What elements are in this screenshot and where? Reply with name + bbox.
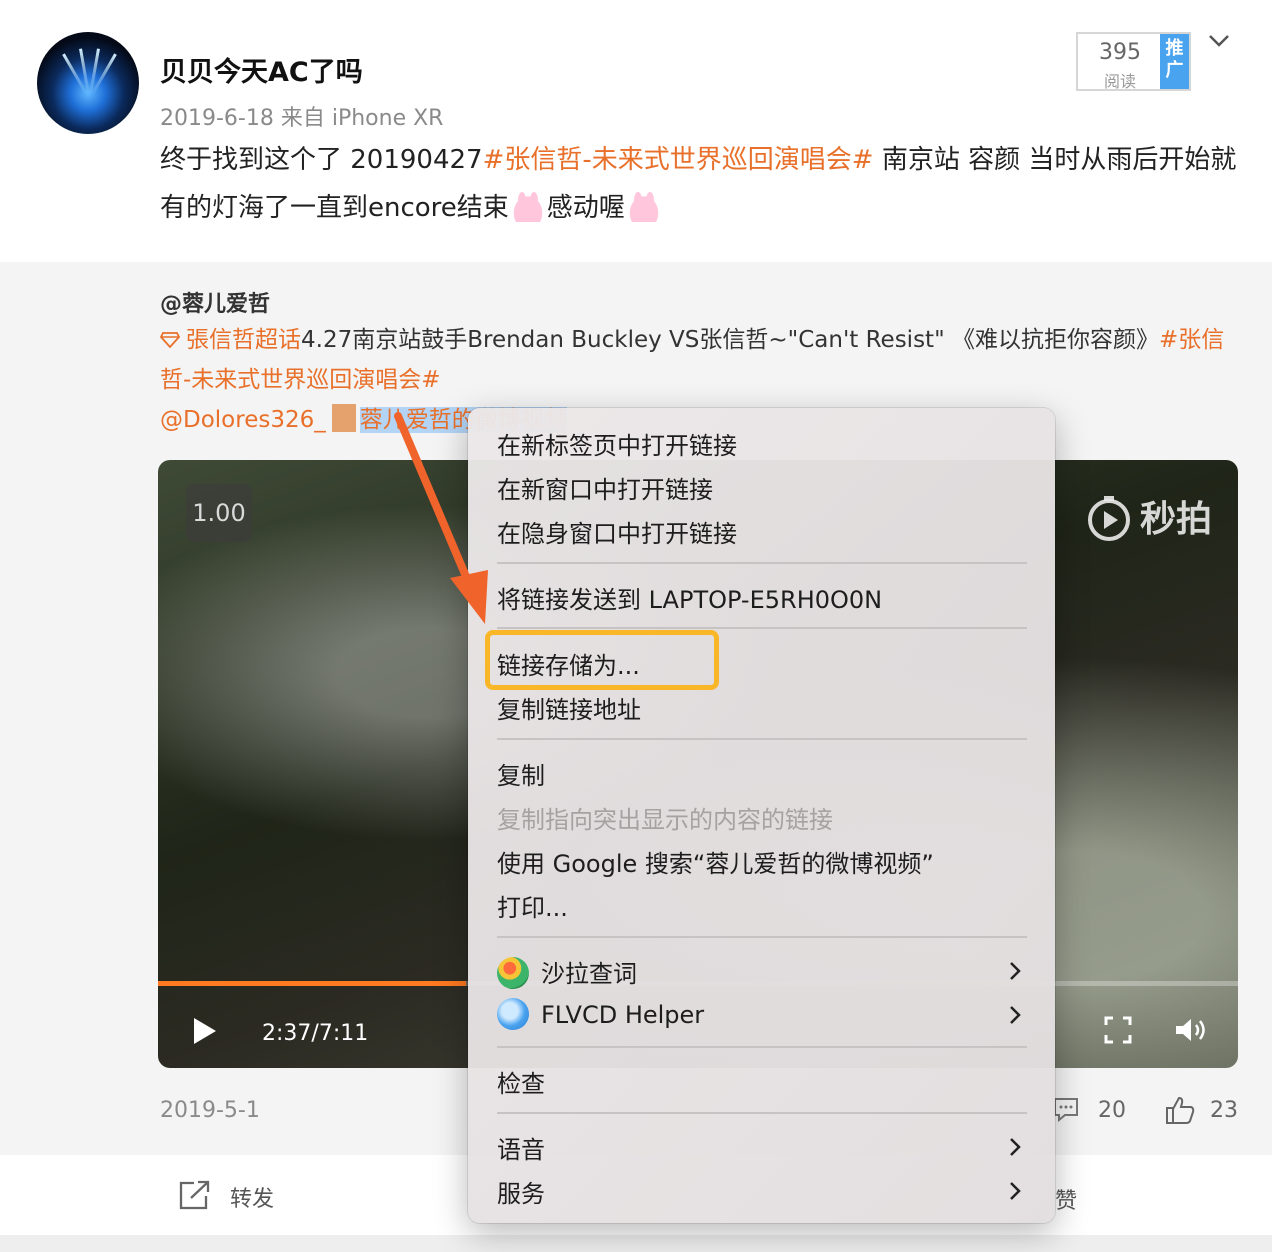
menu-separator	[497, 1046, 1027, 1048]
menu-speech[interactable]: 语音	[497, 1130, 545, 1165]
watermark: 秒拍	[1086, 490, 1212, 542]
video-link-icon	[331, 404, 356, 432]
menu-google-search[interactable]: 使用 Google 搜索“蓉儿爱哲的微博视频”	[497, 844, 934, 879]
supertopic-icon	[160, 332, 180, 348]
menu-services[interactable]: 服务	[497, 1174, 545, 1209]
menu-inspect[interactable]: 检查	[497, 1064, 545, 1099]
menu-copy-link-address[interactable]: 复制链接地址	[497, 690, 641, 725]
menu-send-to-device[interactable]: 将链接发送到 LAPTOP-E5RH0O0N	[497, 580, 882, 615]
read-count: 395	[1099, 40, 1141, 65]
avatar[interactable]	[37, 32, 139, 134]
progress-fill	[158, 981, 466, 986]
repost-username[interactable]: @蓉儿爱哲	[160, 286, 270, 318]
menu-separator	[497, 738, 1027, 740]
fullscreen-icon[interactable]	[1104, 1016, 1132, 1044]
hashtag-link[interactable]: #张信哲-未来式世界巡回演唱会#	[483, 145, 874, 175]
context-menu: 在新标签页中打开链接 在新窗口中打开链接 在隐身窗口中打开链接 将链接发送到 L…	[468, 408, 1055, 1223]
menu-flvcd-label: FLVCD Helper	[541, 1001, 705, 1029]
menu-separator	[497, 936, 1027, 938]
video-time: 2:37/7:11	[262, 1021, 369, 1046]
like-count[interactable]: 23	[1210, 1098, 1238, 1123]
chevron-right-icon	[1010, 1182, 1021, 1200]
miaopai-logo-icon	[1087, 496, 1130, 541]
chevron-right-icon	[1010, 1006, 1021, 1024]
watermark-text: 秒拍	[1139, 499, 1212, 540]
like-button[interactable]: 赞	[1055, 1183, 1077, 1215]
comment-icon[interactable]	[1053, 1096, 1079, 1122]
bottom-divider	[0, 1235, 1272, 1252]
post-text: 终于找到这个了 20190427#张信哲-未来式世界巡回演唱会# 南京站 容颜 …	[160, 136, 1245, 232]
play-icon[interactable]	[192, 1016, 218, 1046]
menu-print[interactable]: 打印...	[497, 888, 568, 923]
annotation-arrow-icon	[394, 412, 488, 624]
salad-icon	[497, 957, 529, 989]
menu-separator	[497, 562, 1027, 564]
forward-button[interactable]: 转发	[230, 1181, 274, 1213]
repost-date: 2019-5-1	[160, 1098, 260, 1123]
flvcd-icon	[497, 998, 529, 1030]
post-meta: 2019-6-18 来自 iPhone XR	[160, 106, 444, 131]
playback-speed-button[interactable]: 1.00	[186, 484, 252, 542]
menu-copy-highlight-link: 复制指向突出显示的内容的链接	[497, 806, 833, 834]
menu-separator	[497, 1112, 1027, 1114]
menu-salad-dict-label: 沙拉查词	[541, 960, 637, 988]
chevron-down-icon[interactable]	[1208, 30, 1230, 52]
chevron-right-icon	[1010, 1138, 1021, 1156]
menu-copy[interactable]: 复制	[497, 756, 545, 791]
promo-button[interactable]: 推广	[1160, 34, 1189, 89]
mention-link[interactable]: @Dolores326_	[160, 407, 326, 433]
thumbs-up-icon[interactable]	[1164, 1094, 1196, 1126]
supertopic-link[interactable]: 張信哲超话	[186, 327, 301, 353]
menu-open-incognito[interactable]: 在隐身窗口中打开链接	[497, 514, 737, 549]
repost-body: 4.27南京站鼓手Brendan Buckley VS张信哲~"Can't Re…	[301, 327, 1159, 353]
read-label: 阅读	[1103, 72, 1136, 91]
menu-salad-dict[interactable]: 沙拉查词	[497, 954, 637, 989]
menu-open-new-window[interactable]: 在新窗口中打开链接	[497, 470, 713, 505]
highlight-box	[485, 630, 719, 690]
bunny-emoji-icon	[625, 192, 662, 222]
post-text-prefix: 终于找到这个了 20190427	[160, 145, 483, 175]
bunny-emoji-icon	[509, 192, 546, 222]
menu-separator	[497, 627, 1027, 629]
comment-count[interactable]: 20	[1098, 1098, 1126, 1123]
forward-icon[interactable]	[178, 1179, 212, 1211]
read-count-badge[interactable]: 395 阅读 推广	[1076, 32, 1191, 91]
menu-flvcd-helper[interactable]: FLVCD Helper	[497, 998, 704, 1030]
menu-open-new-tab[interactable]: 在新标签页中打开链接	[497, 426, 737, 461]
post-card: 贝贝今天AC了吗 2019-6-18 来自 iPhone XR 终于找到这个了 …	[0, 0, 1272, 262]
post-text-end: 感动喔	[546, 193, 625, 223]
volume-icon[interactable]	[1174, 1016, 1208, 1044]
username[interactable]: 贝贝今天AC了吗	[160, 50, 363, 89]
chevron-right-icon	[1010, 962, 1021, 980]
